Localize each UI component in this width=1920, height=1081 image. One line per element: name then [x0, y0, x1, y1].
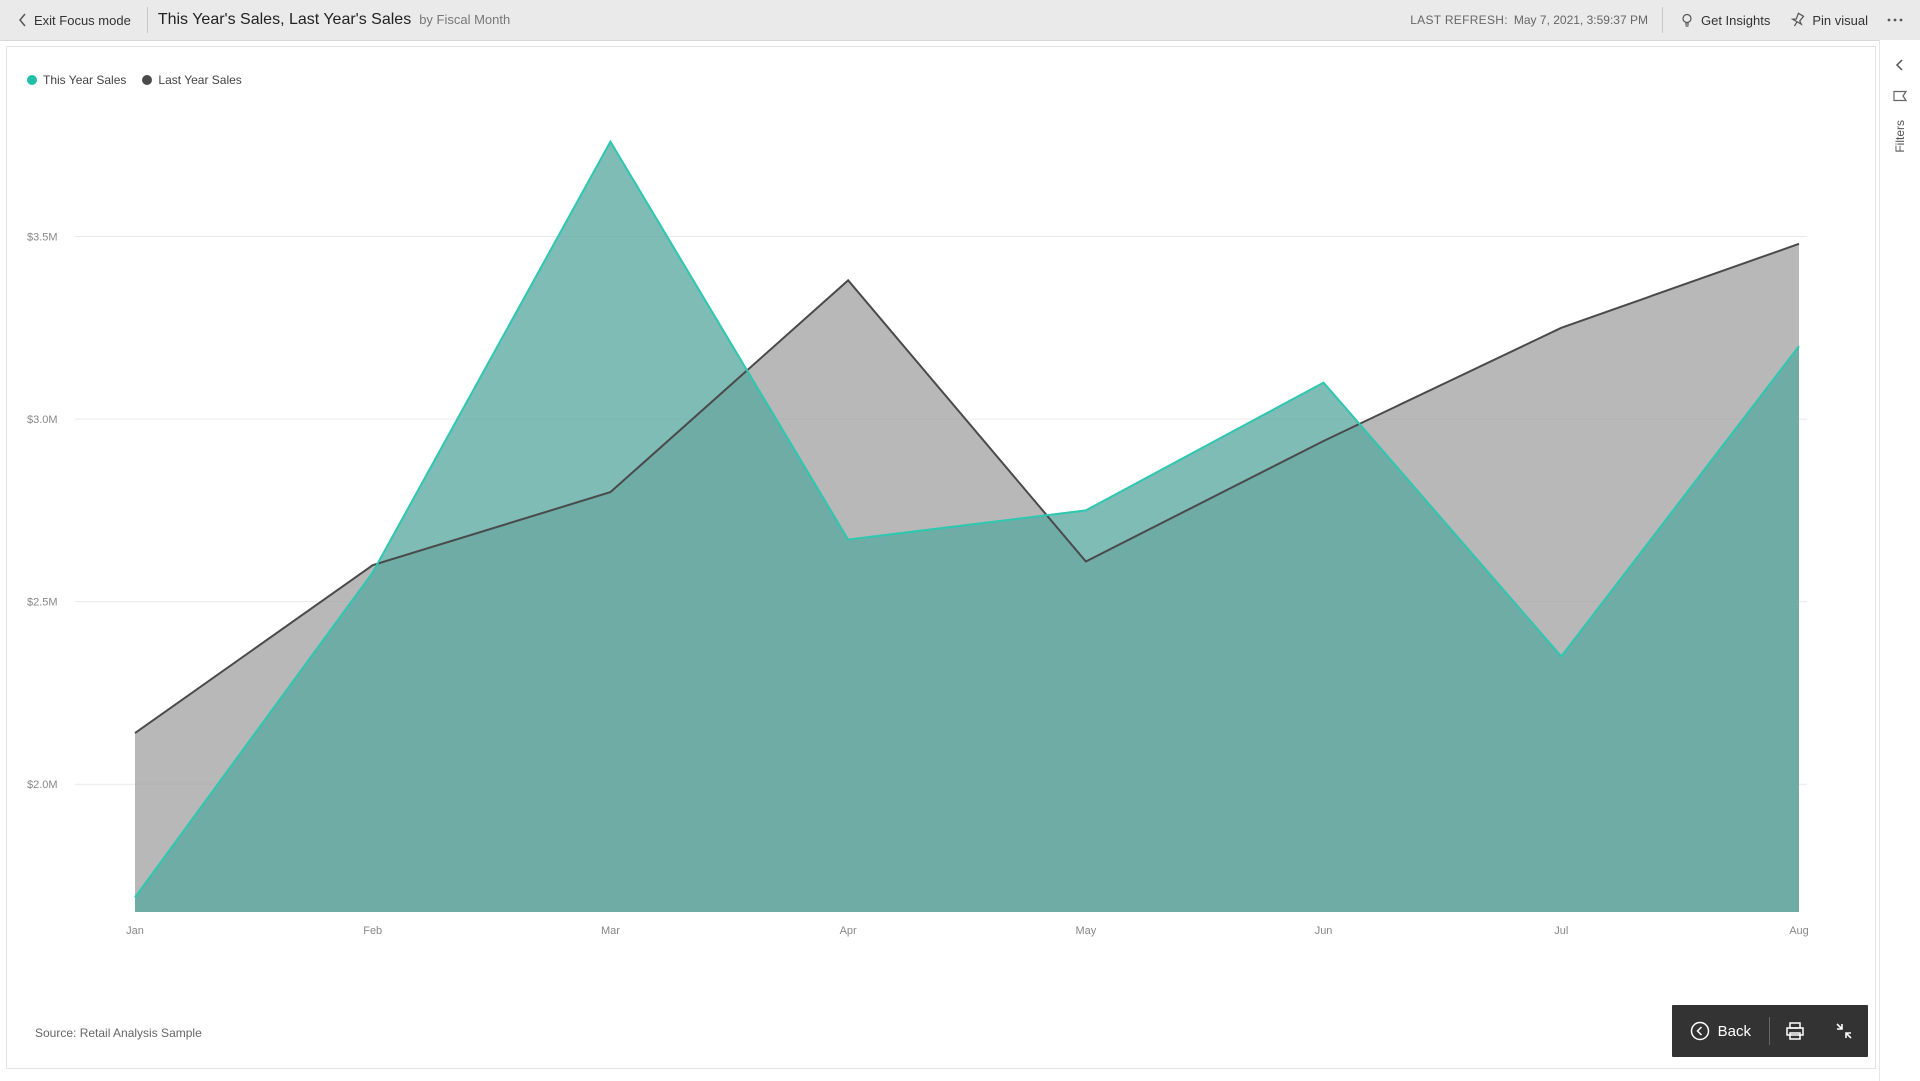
get-insights-button[interactable]: Get Insights: [1669, 0, 1780, 40]
svg-text:$2.5M: $2.5M: [27, 597, 58, 609]
legend-swatch-gray: [142, 75, 152, 85]
exit-focus-label: Exit Focus mode: [34, 13, 131, 28]
legend-swatch-teal: [27, 75, 37, 85]
print-icon: [1784, 1021, 1806, 1041]
back-button[interactable]: Back: [1672, 1005, 1769, 1057]
filters-label[interactable]: Filters: [1893, 120, 1907, 153]
chevron-left-icon: [1894, 58, 1906, 72]
legend-label-this-year: This Year Sales: [43, 73, 126, 87]
chart-canvas: This Year Sales Last Year Sales $2.0M$2.…: [6, 46, 1876, 1069]
get-insights-label: Get Insights: [1701, 13, 1770, 28]
svg-text:$3.0M: $3.0M: [27, 414, 58, 426]
x-tick-label: Jul: [1554, 925, 1568, 937]
x-tick-label: Feb: [363, 925, 382, 937]
legend-label-last-year: Last Year Sales: [158, 73, 241, 87]
x-tick-label: Jun: [1315, 925, 1333, 937]
bookmark-icon: [1892, 88, 1908, 104]
pin-visual-label: Pin visual: [1812, 13, 1868, 28]
legend-item-last-year[interactable]: Last Year Sales: [142, 73, 241, 87]
exit-focus-button[interactable]: Exit Focus mode: [8, 0, 141, 40]
separator: [147, 7, 148, 33]
more-options-button[interactable]: [1878, 0, 1912, 40]
x-tick-label: Apr: [840, 925, 857, 937]
visual-title-group: This Year's Sales, Last Year's Sales by …: [154, 11, 510, 29]
x-tick-label: Mar: [601, 925, 620, 937]
legend-item-this-year[interactable]: This Year Sales: [27, 73, 126, 87]
chart-legend: This Year Sales Last Year Sales: [27, 73, 242, 87]
collapse-icon: [1834, 1021, 1854, 1041]
pin-icon: [1790, 12, 1806, 28]
svg-text:$3.5M: $3.5M: [27, 232, 58, 244]
chevron-left-icon: [18, 13, 28, 27]
exit-fullscreen-button[interactable]: [1820, 1005, 1868, 1057]
last-refresh-value: May 7, 2021, 3:59:37 PM: [1508, 13, 1656, 27]
separator: [1662, 7, 1663, 33]
svg-text:$2.0M: $2.0M: [27, 779, 58, 791]
ellipsis-icon: [1886, 12, 1904, 28]
x-tick-label: Jan: [126, 925, 144, 937]
bottom-action-bar: Back: [1672, 1005, 1868, 1057]
filters-pane-collapsed: Filters: [1879, 40, 1920, 1081]
top-toolbar: Exit Focus mode This Year's Sales, Last …: [0, 0, 1920, 41]
source-caption: Source: Retail Analysis Sample: [35, 1026, 202, 1040]
x-tick-label: May: [1075, 925, 1096, 937]
expand-pane-button[interactable]: [1894, 58, 1906, 72]
lightbulb-icon: [1679, 12, 1695, 28]
visual-subtitle: by Fiscal Month: [419, 12, 510, 27]
pin-visual-button[interactable]: Pin visual: [1780, 0, 1878, 40]
back-label: Back: [1718, 1023, 1751, 1040]
x-tick-label: Aug: [1789, 925, 1809, 937]
back-circle-icon: [1690, 1021, 1710, 1041]
last-refresh-label: LAST REFRESH:: [1410, 13, 1508, 27]
area-chart[interactable]: $2.0M $2.5M $3.0M $3.5M Jan Feb Mar Apr May Jun Ju…: [7, 107, 1857, 987]
bookmark-button[interactable]: [1892, 88, 1908, 104]
visual-title: This Year's Sales, Last Year's Sales: [158, 11, 411, 29]
print-button[interactable]: [1770, 1005, 1820, 1057]
